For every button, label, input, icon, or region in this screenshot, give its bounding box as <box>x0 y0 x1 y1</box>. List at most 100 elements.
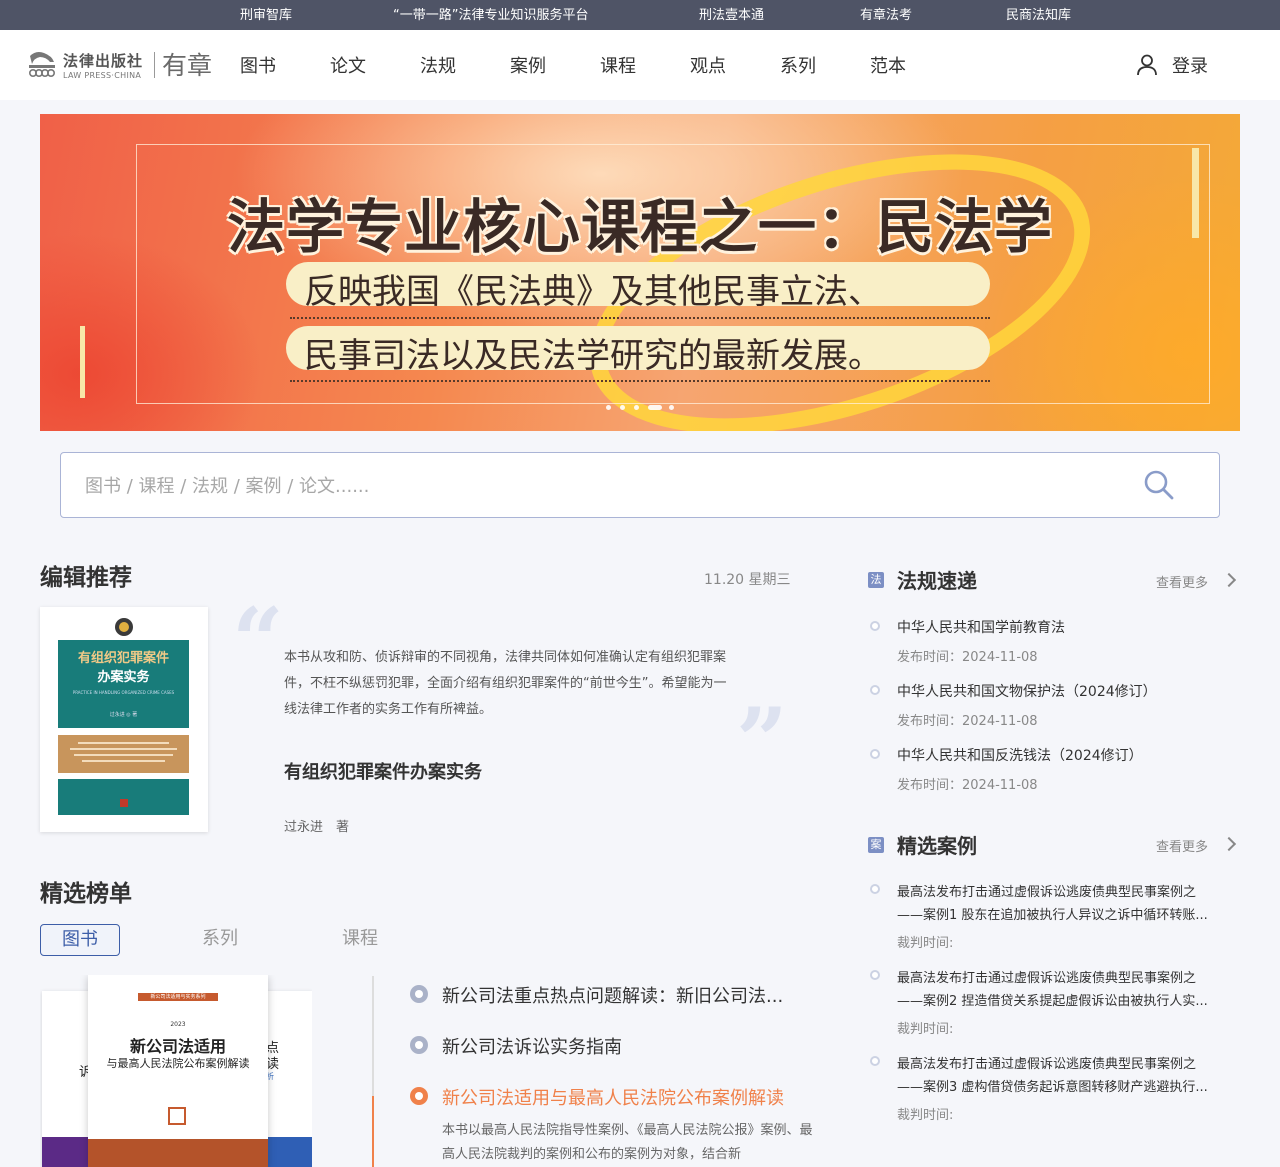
banner-dotted-rule <box>290 317 990 319</box>
carousel-dot[interactable] <box>669 405 674 410</box>
regulation-item-date: 发布时间：2024-11-08 <box>897 650 1038 665</box>
cover-series: 新公司法适用与实务系列 <box>150 994 206 1000</box>
cover-middle-band <box>58 735 189 773</box>
case-item-meta: 裁判时间: <box>897 1022 954 1037</box>
banner-stripe-decoration <box>80 326 85 398</box>
nav-regulations[interactable]: 法规 <box>420 52 456 78</box>
tab-series[interactable]: 系列 <box>202 924 238 956</box>
ranking-item-title: 新公司法诉讼实务指南 <box>442 1037 622 1058</box>
top-links-bar: 刑审智库 “一带一路”法律专业知识服务平台 刑法壹本通 有章法考 民商法知库 <box>0 0 1280 30</box>
regulations-more-link[interactable]: 查看更多 <box>1156 572 1208 591</box>
nav-series[interactable]: 系列 <box>780 52 816 78</box>
chevron-right-icon[interactable] <box>1221 572 1237 588</box>
chevron-right-icon[interactable] <box>1221 836 1237 852</box>
logo-divider <box>154 52 155 78</box>
user-icon <box>1137 54 1157 76</box>
close-quote-icon: ” <box>736 688 788 794</box>
regulation-item-date: 发布时间：2024-11-08 <box>897 778 1038 793</box>
cover-bottom-band <box>58 779 189 815</box>
cover-author: 过永进 ◎ 著 <box>109 712 138 718</box>
case-item-title-line-1[interactable]: 最高法发布打击通过虚假诉讼逃废债典型民事案例之 <box>897 881 1237 900</box>
cover-emblem-icon <box>115 618 133 636</box>
editor-pick-date: 11.20 星期三 <box>704 572 791 588</box>
login-label: 登录 <box>1172 56 1208 77</box>
ranking-item-icon <box>410 985 428 1003</box>
top-link-exam[interactable]: 有章法考 <box>860 0 912 31</box>
top-link-belt-road[interactable]: “一带一路”法律专业知识服务平台 <box>393 0 588 31</box>
list-bullet-icon <box>870 970 880 980</box>
cover-main-band <box>88 1139 268 1167</box>
case-item-title-line-2[interactable]: ——案例1 股东在追加被执行人异议之诉中循环转账... <box>897 904 1237 923</box>
case-item-title-line-2[interactable]: ——案例2 捏造借贷关系提起虚假诉讼由被执行人实... <box>897 990 1237 1009</box>
regulation-item-title[interactable]: 中华人民共和国反洗钱法（2024修订） <box>897 745 1143 765</box>
editor-pick-book-title[interactable]: 有组织犯罪案件办案实务 <box>284 758 482 784</box>
banner-line-1: 反映我国《民法典》及其他民事立法、 <box>304 272 882 312</box>
carousel-dot-active[interactable] <box>648 405 662 410</box>
search-icon[interactable] <box>1143 469 1175 501</box>
nav-courses[interactable]: 课程 <box>600 52 636 78</box>
search-input[interactable] <box>85 471 1085 501</box>
cover-title-block: 有组织犯罪案件 办案实务 PRACTICE IN HANDLING ORGANI… <box>58 640 189 728</box>
cases-heading: 精选案例 <box>897 834 977 858</box>
nav-cases[interactable]: 案例 <box>510 52 546 78</box>
editor-pick-book-cover[interactable]: 有组织犯罪案件 办案实务 PRACTICE IN HANDLING ORGANI… <box>40 607 208 832</box>
editor-pick-heading: 编辑推荐 <box>40 565 132 591</box>
site-header: 法律出版社 LAW PRESS·CHINA 有章 图书 论文 法规 案例 课程 … <box>0 30 1280 100</box>
top-link-civil-commercial[interactable]: 民商法知库 <box>1006 0 1071 31</box>
logo-chinese-name: 法律出版社 <box>63 52 144 70</box>
logo-english-name: LAW PRESS·CHINA <box>63 71 142 80</box>
banner-line-1-pill: 反映我国《民法典》及其他民事立法、 <box>286 262 990 312</box>
cover-title-line-1: 有组织犯罪案件 <box>77 651 169 666</box>
cover-subtitle: PRACTICE IN HANDLING ORGANIZED CRIME CAS… <box>72 690 175 695</box>
banner-title: 法学专业核心课程之一：民法学 <box>226 193 1053 261</box>
ranking-item-title: 新公司法适用与最高人民法院公布案例解读 <box>442 1088 784 1109</box>
case-item-title-line-1[interactable]: 最高法发布打击通过虚假诉讼逃废债典型民事案例之 <box>897 967 1237 986</box>
carousel-dot[interactable] <box>606 405 611 410</box>
case-item-meta: 裁判时间: <box>897 1108 954 1123</box>
list-bullet-icon <box>870 685 880 695</box>
cases-badge-icon: 案 <box>868 837 884 853</box>
logo-brand-name: 有章 <box>162 51 213 80</box>
regulation-item-title[interactable]: 中华人民共和国学前教育法 <box>897 617 1065 637</box>
cover-year: 2023 <box>170 1021 186 1028</box>
search-box <box>60 452 1220 518</box>
nav-papers[interactable]: 论文 <box>330 52 366 78</box>
list-bullet-icon <box>870 884 880 894</box>
ranking-item-icon <box>410 1036 428 1054</box>
regulation-item-title[interactable]: 中华人民共和国文物保护法（2024修订） <box>897 681 1157 701</box>
top-link-criminal-law[interactable]: 刑法壹本通 <box>699 0 764 31</box>
banner-dotted-rule <box>290 380 990 382</box>
tab-books[interactable]: 图书 <box>40 924 120 956</box>
ranking-item-description: 本书以最高人民法院指导性案例、《最高人民法院公报》案例、最高人民法院裁判的案例和… <box>442 1123 813 1162</box>
list-bullet-icon <box>870 621 880 631</box>
regulation-item-date: 发布时间：2024-11-08 <box>897 714 1038 729</box>
carousel-dot[interactable] <box>620 405 625 410</box>
open-quote-icon: “ <box>232 588 284 694</box>
ranking-timeline <box>372 976 374 1167</box>
ranking-heading: 精选榜单 <box>40 881 132 907</box>
case-item-title-line-1[interactable]: 最高法发布打击通过虚假诉讼逃废债典型民事案例之 <box>897 1053 1237 1072</box>
banner-line-2: 民事司法以及民法学研究的最新发展。 <box>304 336 882 376</box>
banner-line-2-pill: 民事司法以及民法学研究的最新发展。 <box>286 326 990 376</box>
regulations-heading: 法规速递 <box>897 569 977 593</box>
cover-main-title-1: 新公司法适用 <box>129 1037 226 1056</box>
hero-banner[interactable]: 法学专业核心课程之一：民法学 反映我国《民法典》及其他民事立法、 民事司法以及民… <box>40 114 1240 431</box>
list-bullet-icon <box>870 1056 880 1066</box>
case-item-title-line-2[interactable]: ——案例3 虚构借贷债务起诉意图转移财产逃避执行... <box>897 1076 1237 1095</box>
cover-publisher-mark-icon <box>120 799 128 807</box>
ranking-item-title: 新公司法重点热点问题解读：新旧公司法... <box>442 986 784 1007</box>
cases-more-link[interactable]: 查看更多 <box>1156 836 1208 855</box>
nav-books[interactable]: 图书 <box>240 52 276 78</box>
ranking-cover-main[interactable]: 新公司法适用与实务系列 2023 新公司法适用 与最高人民法院公布案例解读 <box>88 975 268 1167</box>
cover-seal-icon <box>168 1107 186 1125</box>
carousel-dot[interactable] <box>634 405 639 410</box>
law-press-logo-icon <box>28 52 55 77</box>
nav-templates[interactable]: 范本 <box>870 52 906 78</box>
regulations-badge-icon: 法 <box>868 572 884 588</box>
editor-pick-author: 过永进 著 <box>284 820 350 835</box>
top-link-criminal-trial[interactable]: 刑审智库 <box>240 0 292 31</box>
tab-courses[interactable]: 课程 <box>342 924 378 956</box>
ranking-book-covers[interactable]: 诉 点 读 析 新公司法适用与实务系列 2023 新公司法适用 与最高人民法院公… <box>40 975 312 1167</box>
nav-opinions[interactable]: 观点 <box>690 52 726 78</box>
site-logo[interactable]: 法律出版社 LAW PRESS·CHINA 有章 <box>26 48 216 82</box>
